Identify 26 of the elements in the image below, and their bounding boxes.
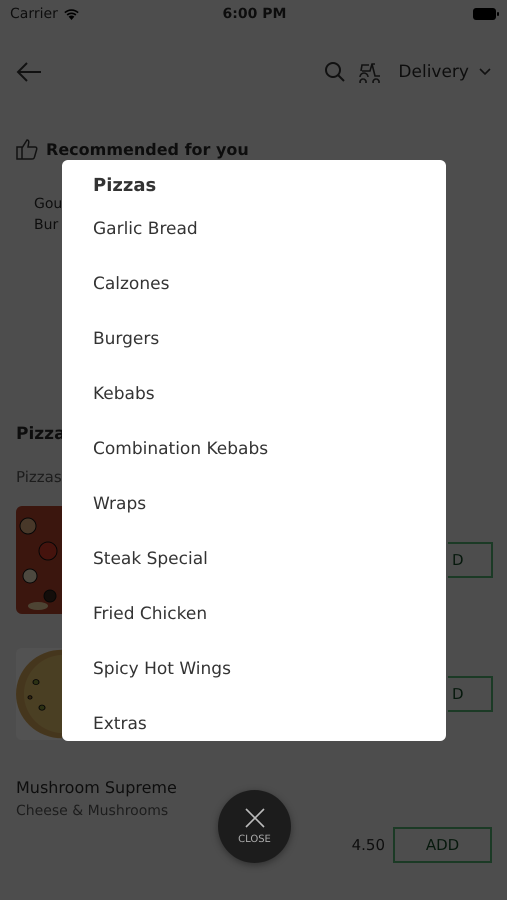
search-icon[interactable] bbox=[324, 61, 346, 83]
category-item[interactable]: Spicy Hot Wings bbox=[93, 654, 393, 709]
card-title: Gou bbox=[34, 195, 62, 214]
status-time: 6:00 PM bbox=[222, 6, 286, 22]
category-item[interactable]: Garlic Bread bbox=[93, 214, 393, 269]
category-item[interactable]: Fried Chicken bbox=[93, 599, 393, 654]
chevron-down-icon[interactable] bbox=[479, 68, 491, 76]
wifi-icon bbox=[62, 8, 80, 20]
thumbs-up-icon bbox=[16, 138, 38, 160]
category-item[interactable]: Burgers bbox=[93, 324, 393, 379]
menu-title: Pizzas bbox=[93, 174, 158, 198]
carrier-name: Carrier bbox=[10, 6, 58, 22]
category-item[interactable]: Wraps bbox=[93, 489, 393, 544]
category-item[interactable]: Combination Kebabs bbox=[93, 434, 393, 489]
back-arrow-icon[interactable] bbox=[16, 62, 42, 82]
card-title: Bur bbox=[34, 216, 58, 235]
close-button[interactable]: CLOSE bbox=[218, 790, 291, 863]
category-item[interactable]: Steak Special bbox=[93, 544, 393, 599]
close-icon bbox=[244, 808, 264, 828]
section-heading: Recommended for you bbox=[46, 140, 249, 158]
category-item[interactable]: Calzones bbox=[93, 269, 393, 324]
category-item[interactable]: Extras bbox=[93, 709, 393, 741]
item-price: 4.50 bbox=[352, 836, 385, 854]
battery-icon bbox=[472, 8, 499, 20]
category-item[interactable]: Kebabs bbox=[93, 379, 393, 434]
item-name: Mushroom Supreme bbox=[16, 778, 177, 797]
